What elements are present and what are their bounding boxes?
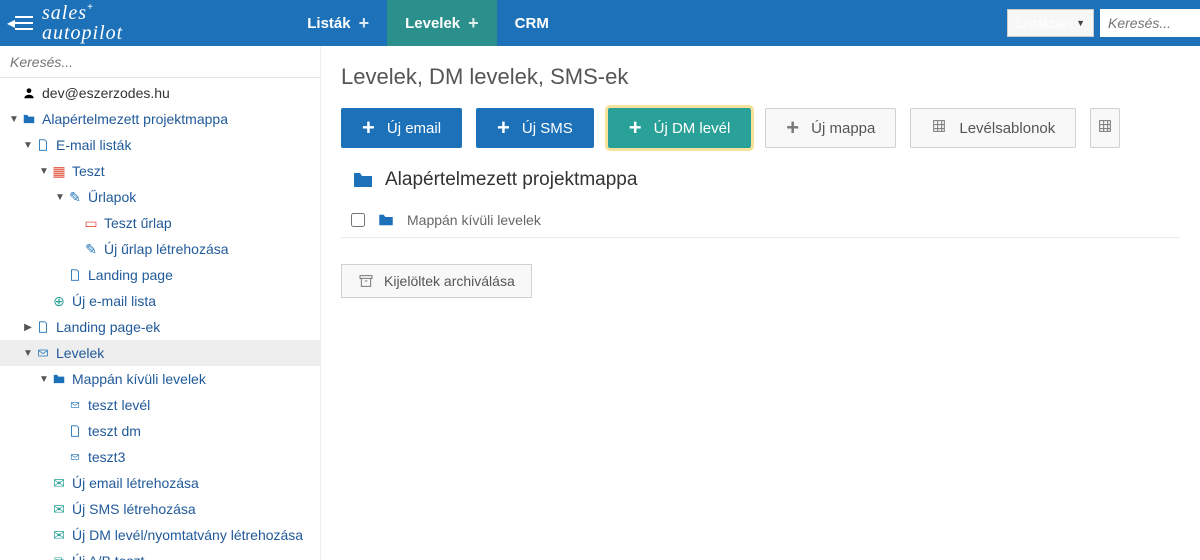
caret-right-icon[interactable]: ▶ (22, 322, 34, 333)
search-scope-select[interactable]: Listákban (1007, 9, 1094, 37)
tab-crm[interactable]: CRM (497, 0, 567, 46)
tree-email-lists[interactable]: ▼ E-mail listák (0, 132, 320, 158)
caret-down-icon[interactable]: ▼ (38, 166, 50, 177)
tree-mappan-kivuli[interactable]: ▼ Mappán kívüli levelek (0, 366, 320, 392)
templates-button[interactable]: Levélsablonok (910, 108, 1076, 148)
tree-uj-ab[interactable]: ⧉ Új A/B teszt (0, 548, 320, 560)
edit-plus-icon: ✎ (82, 240, 100, 258)
menu-toggle[interactable]: ◂ (0, 0, 40, 46)
plus-icon: + (629, 117, 642, 139)
top-bar: ◂ sales+autopilot Listák + Levelek + CRM… (0, 0, 1200, 46)
new-folder-button[interactable]: + Új mappa (765, 108, 896, 148)
main-content: Levelek, DM levelek, SMS-ek + Új email +… (320, 46, 1200, 560)
tree-uj-urlap[interactable]: ✎ Új űrlap létrehozása (0, 236, 320, 262)
form-icon: ▭ (82, 214, 100, 232)
folder-item-outside[interactable]: Mappán kívüli levelek (341, 202, 1180, 238)
page-icon (34, 318, 52, 336)
archive-icon (358, 273, 374, 289)
caret-down-icon[interactable]: ▼ (38, 374, 50, 385)
caret-down-icon[interactable]: ▼ (54, 192, 66, 203)
tree-teszt[interactable]: ▼ ▦ Teszt (0, 158, 320, 184)
page-title: Levelek, DM levelek, SMS-ek (341, 64, 1180, 90)
folder-icon (375, 211, 397, 229)
folder-icon (50, 370, 68, 388)
tree-uj-email[interactable]: ✉ Új email létrehozása (0, 470, 320, 496)
page-icon (66, 422, 84, 440)
new-dm-button[interactable]: + Új DM levél (608, 108, 752, 148)
tree-teszt3[interactable]: teszt3 (0, 444, 320, 470)
sidebar-tree: dev@eszerzodes.hu ▼ Alapértelmezett proj… (0, 78, 320, 560)
folder-icon (349, 168, 377, 192)
tree-root-folder[interactable]: ▼ Alapértelmezett projektmappa (0, 106, 320, 132)
tree-landing-pagek[interactable]: ▶ Landing page-ek (0, 314, 320, 340)
tree-uj-email-lista[interactable]: ⊕ Új e-mail lista (0, 288, 320, 314)
list-icon (34, 136, 52, 154)
user-icon (20, 84, 38, 102)
top-tabs: Listák + Levelek + CRM (289, 0, 567, 46)
mail-icon (66, 396, 84, 414)
action-button-row: + Új email + Új SMS + Új DM levél + Új m… (341, 108, 1180, 148)
tree-teszt-urlap[interactable]: ▭ Teszt űrlap (0, 210, 320, 236)
folder-item-label: Mappán kívüli levelek (407, 212, 541, 228)
more-button[interactable] (1090, 108, 1120, 148)
tree-teszt-dm[interactable]: teszt dm (0, 418, 320, 444)
top-search-input[interactable] (1100, 9, 1200, 37)
tree-uj-sms[interactable]: ✉ Új SMS létrehozása (0, 496, 320, 522)
sidebar-user[interactable]: dev@eszerzodes.hu (0, 80, 320, 106)
plus-icon[interactable]: + (468, 14, 479, 32)
tree-urlapok[interactable]: ▼ ✎ Űrlapok (0, 184, 320, 210)
mail-icon (66, 448, 84, 466)
grid-icon (1097, 118, 1113, 138)
new-email-button[interactable]: + Új email (341, 108, 462, 148)
tree-levelek[interactable]: ▼ Levelek (0, 340, 320, 366)
project-folder-heading[interactable]: Alapértelmezett projektmappa (349, 168, 1180, 192)
edit-icon: ✎ (66, 188, 84, 206)
plus-icon: + (362, 117, 375, 139)
plus-icon: + (786, 117, 799, 139)
plus-icon: + (497, 117, 510, 139)
new-sms-button[interactable]: + Új SMS (476, 108, 594, 148)
caret-down-icon[interactable]: ▼ (22, 140, 34, 151)
chevron-left-icon: ◂ (7, 13, 15, 33)
sidebar-search-input[interactable] (0, 46, 320, 78)
tab-listak[interactable]: Listák + (289, 0, 387, 46)
tree-uj-dm[interactable]: ✉ Új DM levél/nyomtatvány létrehozása (0, 522, 320, 548)
brand-logo: sales+autopilot (40, 3, 139, 43)
tree-teszt-level[interactable]: teszt levél (0, 392, 320, 418)
caret-down-icon[interactable]: ▼ (22, 348, 34, 359)
sidebar: dev@eszerzodes.hu ▼ Alapértelmezett proj… (0, 46, 320, 560)
mail-icon (34, 344, 52, 362)
folder-checkbox[interactable] (351, 213, 365, 227)
ab-test-icon: ⧉ (50, 552, 68, 560)
archive-selected-button[interactable]: Kijelöltek archiválása (341, 264, 532, 298)
new-mail-icon: ✉ (50, 474, 68, 492)
new-list-icon: ⊕ (50, 292, 68, 310)
new-sms-icon: ✉ (50, 500, 68, 518)
presentation-icon: ▦ (50, 162, 68, 180)
hamburger-icon (15, 16, 33, 30)
page-icon (66, 266, 84, 284)
tab-levelek[interactable]: Levelek + (387, 0, 497, 46)
plus-icon[interactable]: + (359, 14, 370, 32)
folder-icon (20, 110, 38, 128)
new-dm-icon: ✉ (50, 526, 68, 544)
grid-icon (931, 118, 947, 138)
tree-landing-page[interactable]: Landing page (0, 262, 320, 288)
caret-down-icon[interactable]: ▼ (8, 114, 20, 125)
